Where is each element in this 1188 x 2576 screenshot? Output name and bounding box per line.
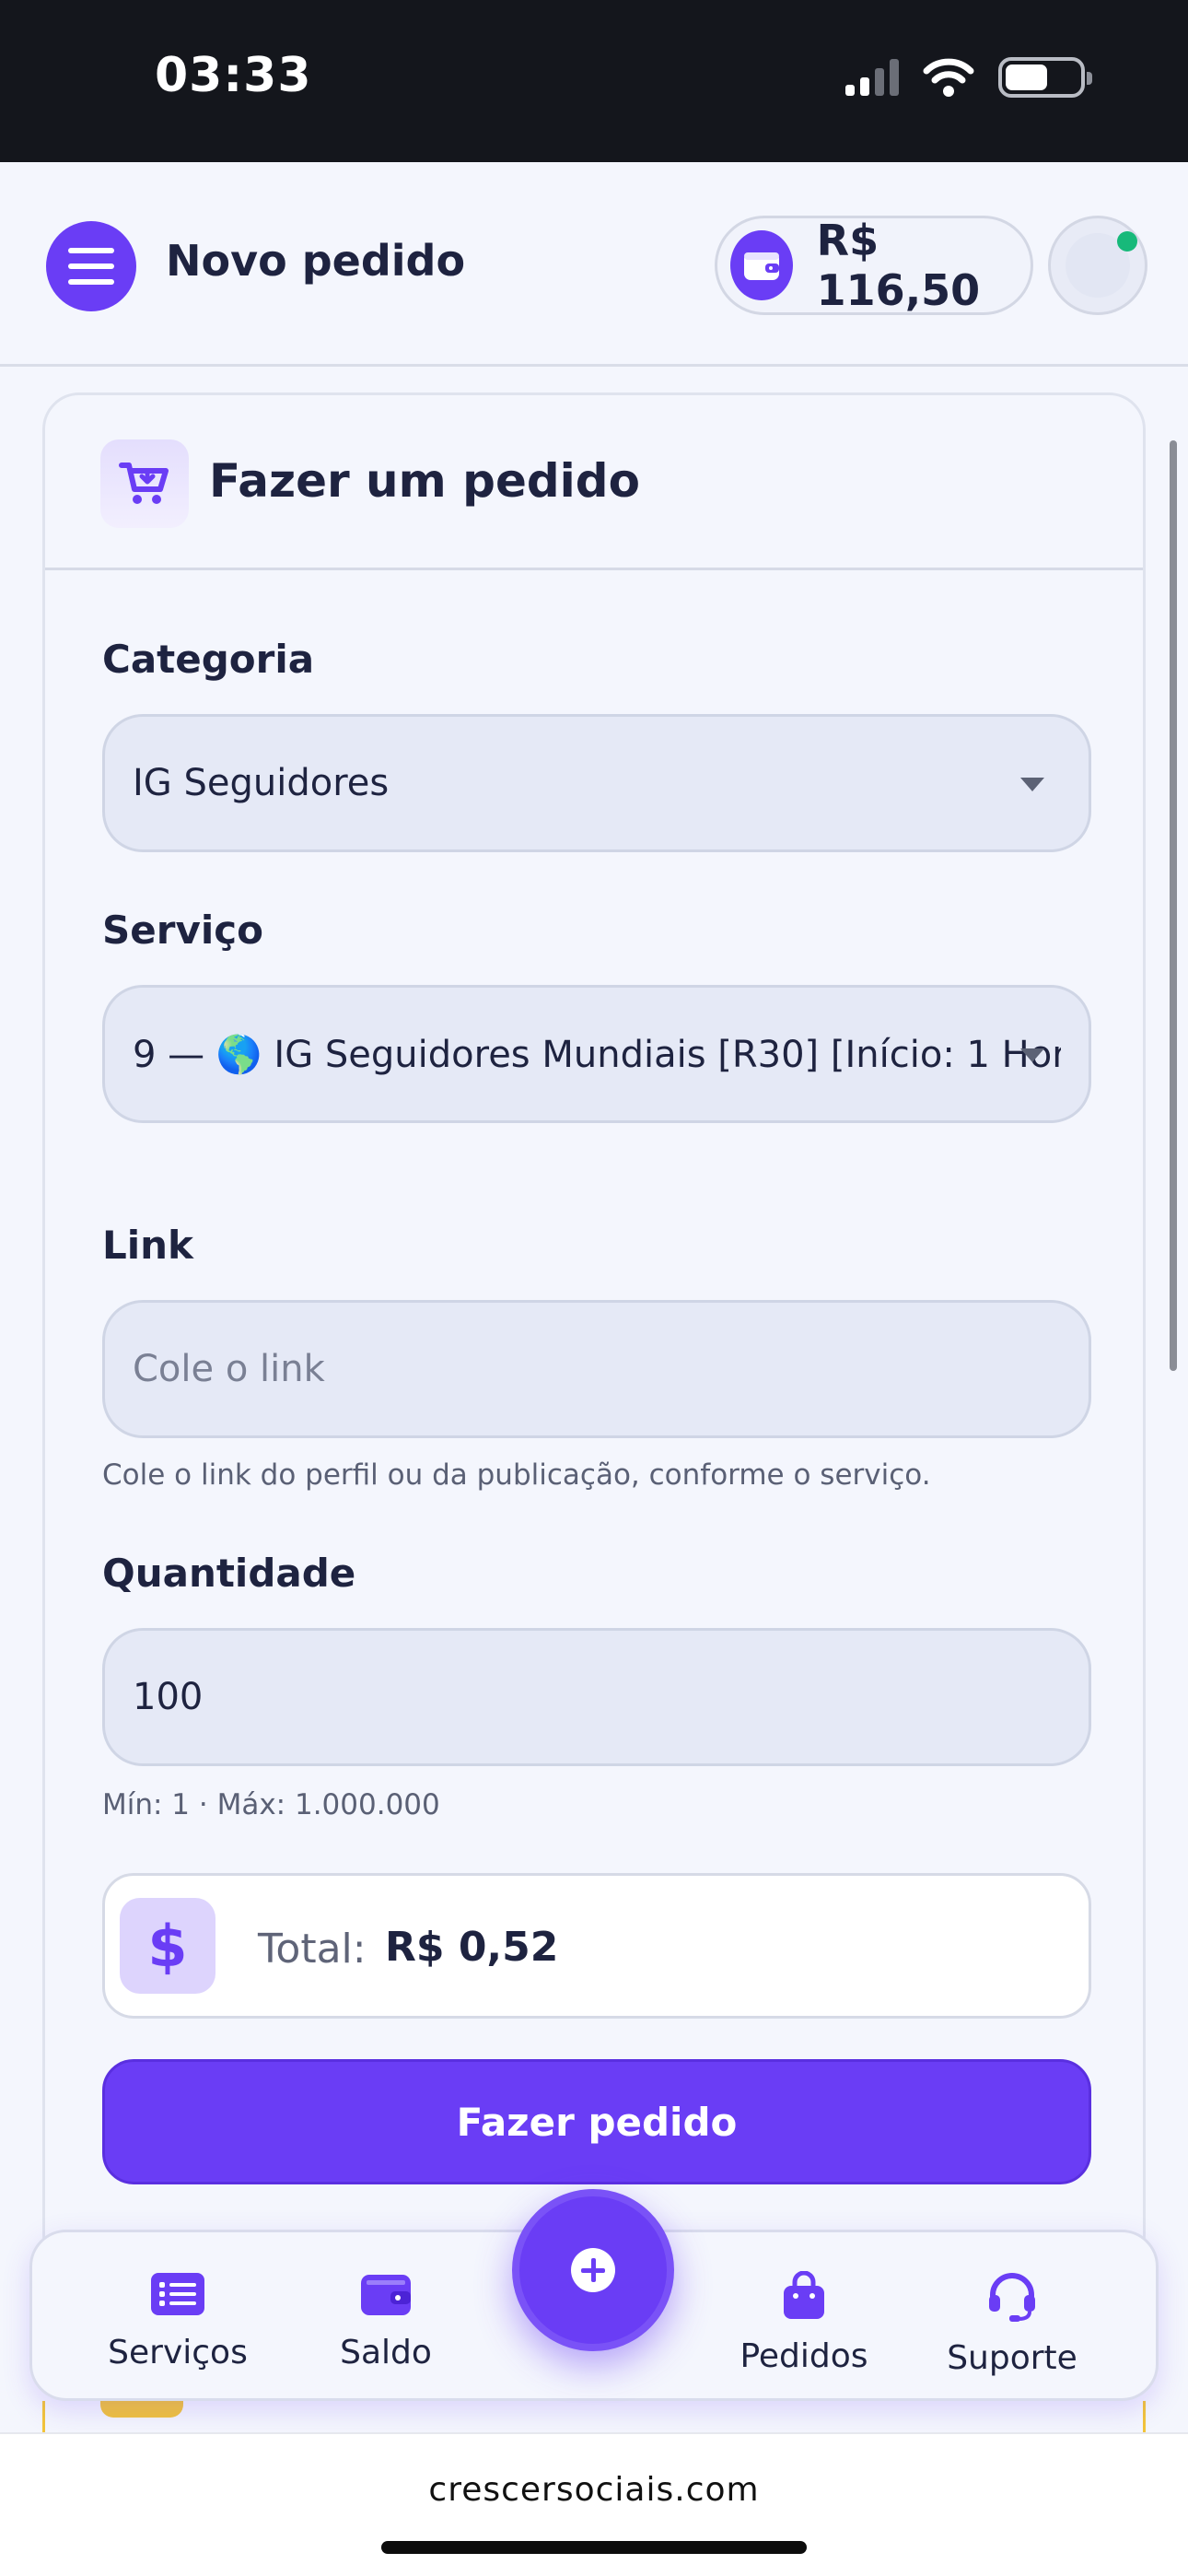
list-icon (151, 2273, 204, 2315)
quantity-input[interactable]: 100 (102, 1628, 1091, 1766)
total-summary: $ Total: R$ 0,52 (102, 1873, 1091, 2019)
nav-label-balance: Saldo (340, 2334, 432, 2371)
headset-icon (989, 2273, 1035, 2322)
chevron-down-icon (1020, 1048, 1044, 1062)
nav-label-services: Serviços (108, 2334, 248, 2371)
quantity-value: 100 (133, 1676, 204, 1718)
nav-item-orders[interactable]: Pedidos (712, 2271, 896, 2375)
url-text: crescersociais.com (428, 2471, 760, 2509)
cart-icon (100, 439, 189, 528)
status-time: 03:33 (155, 48, 312, 103)
status-bar: 03:33 (0, 0, 1188, 162)
app-header: Novo pedido R$ 116,50 (0, 162, 1188, 367)
scrollbar[interactable] (1170, 440, 1177, 1371)
card-title: Fazer um pedido (209, 454, 640, 508)
shopping-bag-icon (784, 2271, 824, 2319)
total-value: R$ 0,52 (385, 1924, 559, 1971)
service-value: 9 — 🌎 IG Seguidores Mundiais [R30] [Iníc… (133, 1033, 1061, 1076)
service-select[interactable]: 9 — 🌎 IG Seguidores Mundiais [R30] [Iníc… (102, 985, 1091, 1123)
menu-button[interactable] (46, 221, 136, 311)
link-label: Link (102, 1223, 193, 1268)
quantity-hint: Mín: 1 · Máx: 1.000.000 (102, 1788, 440, 1821)
cellular-signal-icon (845, 59, 899, 96)
wallet-icon (730, 230, 793, 300)
battery-icon (998, 57, 1092, 98)
page-title: Novo pedido (166, 236, 466, 286)
nav-item-services[interactable]: Serviços (86, 2271, 270, 2371)
balance-amount: R$ 116,50 (816, 216, 981, 315)
service-label: Serviço (102, 907, 263, 953)
submit-order-button[interactable]: Fazer pedido (102, 2059, 1091, 2184)
nav-item-balance[interactable]: Saldo (294, 2271, 478, 2371)
new-order-fab[interactable] (512, 2189, 674, 2351)
dollar-icon: $ (120, 1898, 215, 1994)
nav-label-support: Suporte (947, 2339, 1077, 2377)
browser-url-bar[interactable]: crescersociais.com (0, 2432, 1188, 2576)
wifi-icon (923, 58, 974, 97)
category-label: Categoria (102, 637, 315, 682)
chevron-down-icon (1020, 778, 1044, 791)
category-select[interactable]: IG Seguidores (102, 714, 1091, 852)
nav-label-orders: Pedidos (740, 2337, 868, 2375)
link-input[interactable]: Cole o link (102, 1300, 1091, 1438)
plus-circle-icon (571, 2248, 615, 2292)
status-icons (845, 57, 1092, 98)
online-status-dot (1117, 231, 1137, 252)
link-hint: Cole o link do perfil ou da publicação, … (102, 1458, 931, 1492)
order-card: Fazer um pedido Categoria IG Seguidores … (42, 392, 1146, 2272)
category-value: IG Seguidores (133, 762, 390, 804)
nav-item-support[interactable]: Suporte (920, 2271, 1104, 2377)
quantity-label: Quantidade (102, 1551, 356, 1596)
order-card-header: Fazer um pedido (45, 395, 1143, 570)
total-label: Total: (258, 1926, 367, 1973)
avatar[interactable] (1048, 216, 1147, 315)
home-indicator[interactable] (381, 2541, 807, 2554)
balance-pill[interactable]: R$ 116,50 (715, 216, 1033, 315)
wallet-icon (361, 2275, 411, 2315)
next-card-peek (42, 2401, 1146, 2434)
link-placeholder: Cole o link (133, 1348, 325, 1390)
